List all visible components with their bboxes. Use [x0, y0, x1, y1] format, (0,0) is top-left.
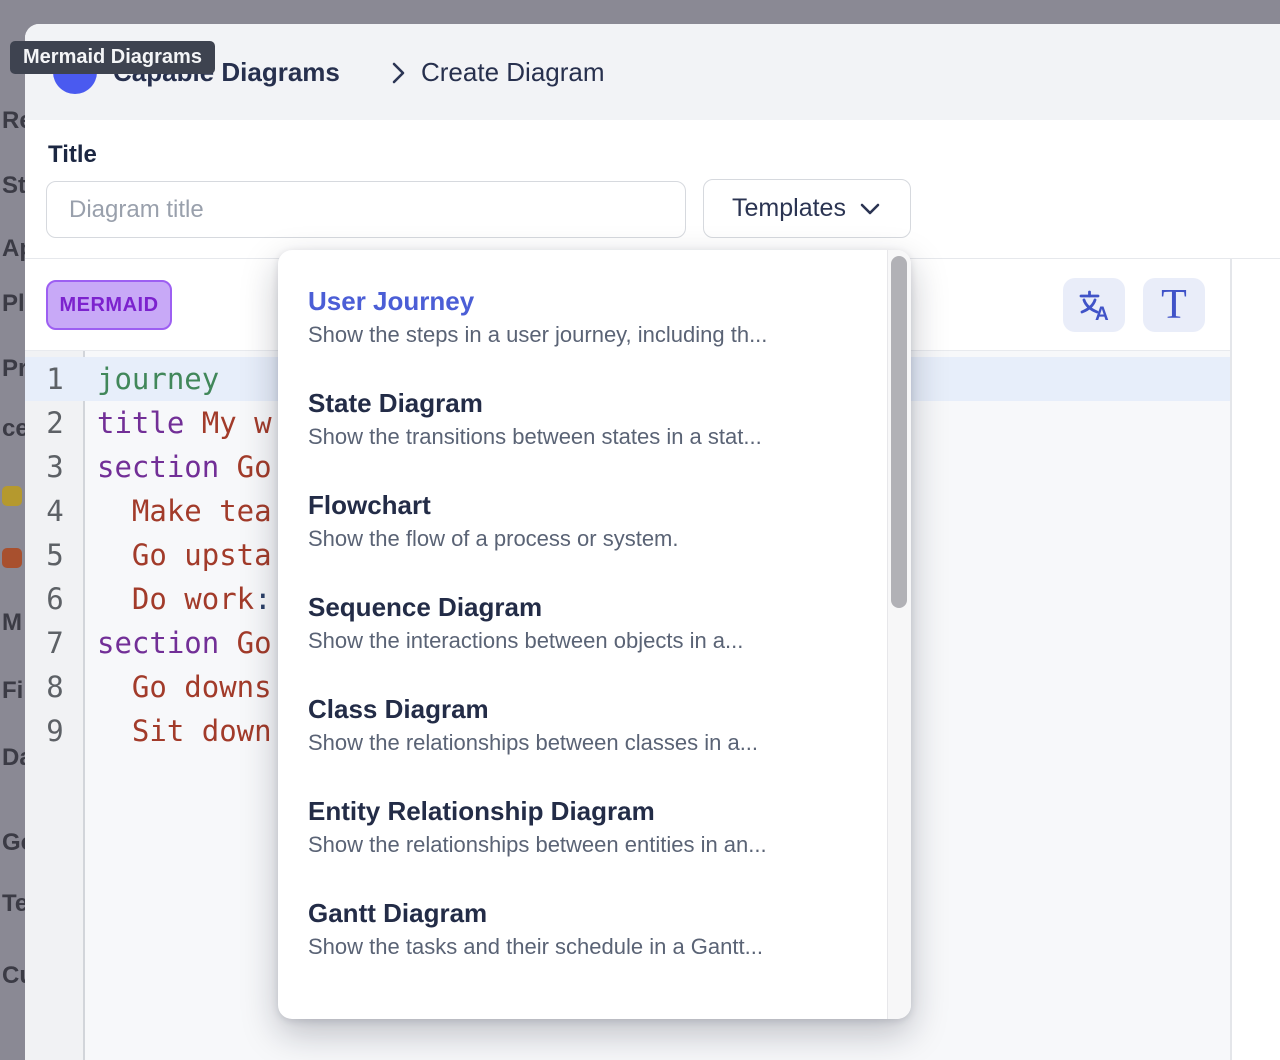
line-number: 2	[25, 401, 85, 445]
line-number: 3	[25, 445, 85, 489]
preview-pane	[1232, 259, 1280, 1060]
diagram-title-input[interactable]	[46, 181, 686, 238]
mermaid-tooltip: Mermaid Diagrams	[10, 41, 215, 74]
code-line[interactable]: Go upsta	[97, 533, 272, 577]
template-option-user-journey[interactable]: User Journey Show the steps in a user jou…	[278, 266, 887, 368]
code-token: Go downs	[97, 670, 272, 704]
template-option-description: Show the relationships between entities …	[308, 832, 887, 858]
mermaid-language-badge[interactable]: MERMAID	[46, 280, 172, 330]
code-token: section	[97, 626, 219, 660]
dropdown-scrollbar-thumb[interactable]	[891, 256, 907, 608]
line-number: 4	[25, 489, 85, 533]
code-token: Make tea	[97, 494, 272, 528]
template-option-description: Show the interactions between objects in…	[308, 628, 887, 654]
templates-dropdown: User Journey Show the steps in a user jou…	[278, 250, 911, 1019]
breadcrumb-current-page: Create Diagram	[421, 57, 605, 88]
text-style-button[interactable]: T	[1143, 278, 1205, 332]
line-number: 7	[25, 621, 85, 665]
code-token: title	[97, 406, 184, 440]
template-option-description: Show the tasks and their schedule in a G…	[308, 934, 887, 960]
line-number: 6	[25, 577, 85, 621]
code-token: Go upsta	[97, 538, 272, 572]
code-line[interactable]: Make tea	[97, 489, 272, 533]
template-option-sequence-diagram[interactable]: Sequence Diagram Show the interactions be…	[278, 572, 887, 674]
dropdown-scrollbar-track[interactable]	[887, 250, 911, 1019]
template-option-title: Entity Relationship Diagram	[308, 796, 887, 827]
code-line[interactable]: section Go	[97, 621, 272, 665]
translate-button[interactable]: A	[1063, 278, 1125, 332]
background-sidebar-item: M	[2, 608, 22, 638]
templates-button-label: Templates	[732, 194, 846, 223]
template-option-description: Show the flow of a process or system.	[308, 526, 887, 552]
line-number: 8	[25, 665, 85, 709]
code-token: My w	[184, 406, 271, 440]
line-number: 5	[25, 533, 85, 577]
line-number-gutter: 123456789	[25, 351, 85, 1060]
text-style-icon: T	[1154, 284, 1194, 326]
translate-icon: A	[1076, 287, 1112, 323]
template-option-title: Gantt Diagram	[308, 898, 887, 929]
code-token: section	[97, 450, 219, 484]
template-option-title: Class Diagram	[308, 694, 887, 725]
svg-text:A: A	[1095, 304, 1109, 323]
code-line[interactable]: journey	[97, 357, 219, 401]
background-sidebar-item: Pr	[2, 354, 27, 384]
template-option-state-diagram[interactable]: State Diagram Show the transitions betwee…	[278, 368, 887, 470]
template-option-gantt-diagram[interactable]: Gantt Diagram Show the tasks and their sc…	[278, 878, 887, 980]
code-token: Go	[219, 450, 271, 484]
template-option-title: Sequence Diagram	[308, 592, 887, 623]
code-token: journey	[97, 362, 219, 396]
template-option-title: User Journey	[308, 286, 887, 317]
template-option-description: Show the steps in a user journey, includ…	[308, 322, 887, 348]
template-option-flowchart[interactable]: Flowchart Show the flow of a process or s…	[278, 470, 887, 572]
code-line[interactable]: Sit down	[97, 709, 272, 753]
line-number: 9	[25, 709, 85, 753]
code-line[interactable]: title My w	[97, 401, 272, 445]
code-token: :	[254, 582, 271, 616]
code-line[interactable]: Do work:	[97, 577, 272, 621]
template-option-description: Show the transitions between states in a…	[308, 424, 887, 450]
template-option-title: Flowchart	[308, 490, 887, 521]
code-token: Sit down	[97, 714, 272, 748]
sidebar-item-icon	[2, 486, 22, 506]
code-token: Go	[219, 626, 271, 660]
line-number: 1	[25, 357, 85, 401]
template-option-class-diagram[interactable]: Class Diagram Show the relationships betw…	[278, 674, 887, 776]
code-token: Do work	[97, 582, 254, 616]
sidebar-item-label: Pr	[2, 355, 27, 383]
chevron-right-icon	[385, 60, 411, 86]
code-line[interactable]: section Go	[97, 445, 272, 489]
chevron-down-icon	[858, 198, 882, 220]
title-label: Title	[48, 141, 97, 169]
code-line[interactable]: Go downs	[97, 665, 272, 709]
template-option-title: State Diagram	[308, 388, 887, 419]
template-option-entity-relationship-diagram[interactable]: Entity Relationship Diagram Show the rela…	[278, 776, 887, 878]
sidebar-item-label: M	[2, 609, 22, 637]
template-option-description: Show the relationships between classes i…	[308, 730, 887, 756]
sidebar-item-icon	[2, 548, 22, 568]
svg-text:T: T	[1161, 284, 1187, 326]
templates-button[interactable]: Templates	[703, 179, 911, 238]
